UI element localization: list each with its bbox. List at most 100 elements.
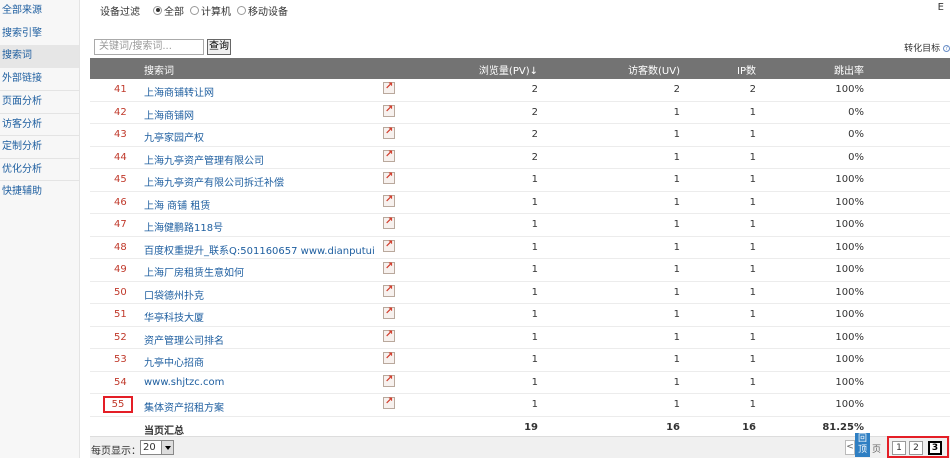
row-index: 50 — [114, 286, 127, 298]
external-link-icon[interactable] — [383, 239, 395, 252]
header-ip[interactable]: IP数 — [737, 62, 756, 77]
external-link-icon[interactable] — [383, 351, 395, 364]
header-bounce[interactable]: 跳出率 — [834, 62, 864, 77]
cell-ip: 1 — [749, 106, 756, 118]
row-index: 41 — [114, 84, 127, 95]
external-link-icon[interactable] — [383, 261, 395, 274]
query-button[interactable]: 查询 — [207, 39, 231, 55]
filter-option-mobile[interactable]: 移动设备 — [237, 3, 288, 18]
radio-computer[interactable] — [190, 5, 199, 15]
table-row: 41 上海商铺转让网 2 2 2 100% — [90, 79, 950, 102]
cell-uv: 1 — [673, 354, 680, 365]
external-link-icon[interactable] — [383, 374, 395, 387]
header-keyword: 搜索词 — [144, 66, 174, 77]
external-link-icon[interactable] — [383, 194, 395, 207]
keyword-link[interactable]: 口袋德州扑克 — [144, 287, 204, 302]
keyword-link[interactable]: 上海商铺网 — [144, 107, 194, 122]
cell-bounce: 0% — [848, 129, 864, 140]
page-2-button[interactable]: 2 — [909, 441, 923, 455]
row-index: 52 — [114, 331, 127, 343]
sidebar-item[interactable]: 访客分析 — [0, 112, 79, 136]
back-to-top-button[interactable]: 回顶 — [855, 433, 870, 457]
sidebar-item[interactable]: 搜索词 — [0, 45, 79, 68]
keyword-search-input[interactable]: 关键词/搜索词... — [94, 39, 204, 55]
keyword-link[interactable]: 集体资产招租方案 — [144, 399, 224, 414]
external-link-icon[interactable] — [383, 81, 395, 94]
per-page-label: 每页显示： — [91, 446, 141, 457]
cell-bounce: 100% — [835, 376, 864, 388]
table-row: 51 华亭科技大厦 1 1 1 100% — [90, 304, 950, 327]
help-icon[interactable]: ? — [943, 45, 950, 52]
cell-ip: 1 — [749, 174, 756, 185]
external-link-icon[interactable] — [383, 126, 395, 139]
keyword-link[interactable]: 上海九亭资产管理有限公司 — [144, 152, 264, 167]
chevron-down-icon[interactable] — [161, 441, 173, 454]
cell-uv: 1 — [673, 196, 680, 208]
sidebar-item[interactable]: 全部来源 — [0, 0, 79, 23]
cell-pv: 1 — [531, 286, 538, 298]
row-index: 44 — [114, 151, 127, 163]
sidebar-item[interactable]: 外部链接 — [0, 68, 79, 91]
external-link-icon[interactable] — [383, 149, 395, 162]
keyword-link[interactable]: 九亭中心招商 — [144, 354, 204, 369]
keyword-link[interactable]: 资产管理公司排名 — [144, 332, 224, 347]
conversion-goal[interactable]: 转化目标 ? — [904, 41, 950, 54]
page-3-button[interactable]: 3 — [928, 441, 942, 455]
external-link-icon[interactable] — [383, 306, 395, 319]
cell-bounce: 0% — [848, 106, 864, 118]
cell-bounce: 100% — [835, 309, 864, 320]
keyword-link[interactable]: 九亭家园产权 — [144, 129, 204, 144]
cell-ip: 1 — [749, 376, 756, 388]
keyword-link[interactable]: 上海九亭资产有限公司拆迁补偿 — [144, 174, 284, 189]
radio-all[interactable] — [153, 5, 162, 15]
cell-ip: 2 — [749, 84, 756, 95]
sidebar-item[interactable]: 页面分析 — [0, 90, 79, 113]
page-1-button[interactable]: 1 — [892, 441, 906, 455]
prev-page-button[interactable]: < — [845, 440, 855, 455]
per-page-select[interactable]: 20 — [140, 440, 174, 455]
cell-pv: 1 — [531, 331, 538, 343]
filter-option-all[interactable]: 全部 — [153, 3, 184, 18]
keyword-link[interactable]: www.shjtzc.com — [144, 377, 224, 388]
keyword-link[interactable]: 上海厂房租赁生意如何 — [144, 264, 244, 279]
keyword-table: 搜索词 浏览量(PV)↓ 访客数(UV) IP数 跳出率 41 上海商铺转让网 2 2… — [90, 58, 950, 439]
header-uv[interactable]: 访客数(UV) — [628, 62, 680, 77]
cell-ip: 1 — [749, 286, 756, 298]
row-index: 51 — [114, 309, 127, 320]
external-link-icon[interactable] — [383, 284, 395, 297]
keyword-link[interactable]: 上海 商铺 租赁 — [144, 197, 210, 212]
keyword-link[interactable]: 上海商铺转让网 — [144, 84, 214, 99]
row-index: 55 — [103, 396, 133, 413]
page-suffix: 页 — [872, 445, 882, 455]
external-link-icon[interactable] — [383, 216, 395, 229]
sidebar-item[interactable]: 优化分析 — [0, 157, 79, 181]
cell-pv: 2 — [531, 106, 538, 118]
keyword-link[interactable]: 华亭科技大厦 — [144, 309, 204, 324]
radio-mobile[interactable] — [237, 5, 246, 15]
cell-bounce: 100% — [835, 399, 864, 410]
cell-bounce: 100% — [835, 84, 864, 95]
cell-pv: 1 — [531, 354, 538, 365]
keyword-link[interactable]: 上海健鹏路118号 — [144, 219, 223, 234]
sidebar-item[interactable]: 快捷辅助 — [0, 180, 79, 203]
cell-bounce: 100% — [835, 331, 864, 343]
external-link-icon[interactable] — [383, 396, 395, 409]
filter-option-computer[interactable]: 计算机 — [190, 3, 231, 18]
cell-uv: 2 — [673, 84, 680, 95]
sidebar-item[interactable]: 搜索引擎 — [0, 23, 79, 46]
table-header: 搜索词 浏览量(PV)↓ 访客数(UV) IP数 跳出率 — [90, 58, 950, 79]
cell-pv: 2 — [531, 129, 538, 140]
summary-pv: 19 — [524, 421, 538, 433]
external-link-icon[interactable] — [383, 171, 395, 184]
cell-pv: 1 — [531, 264, 538, 275]
external-link-icon[interactable] — [383, 104, 395, 117]
header-pv[interactable]: 浏览量(PV)↓ — [479, 62, 538, 77]
keyword-link[interactable]: 百度权重提升_联系Q:501160657 www.dianputuigua... — [144, 242, 374, 257]
cell-uv: 1 — [673, 331, 680, 343]
sort-desc-icon: ↓ — [529, 66, 538, 77]
table-body: 41上海商铺转让网222100%42上海商铺网2110%43九亭家园产权2110… — [90, 79, 950, 417]
sidebar-item[interactable]: 定制分析 — [0, 135, 79, 158]
external-link-icon[interactable] — [383, 329, 395, 342]
cell-ip: 1 — [749, 264, 756, 275]
cell-uv: 1 — [673, 399, 680, 410]
